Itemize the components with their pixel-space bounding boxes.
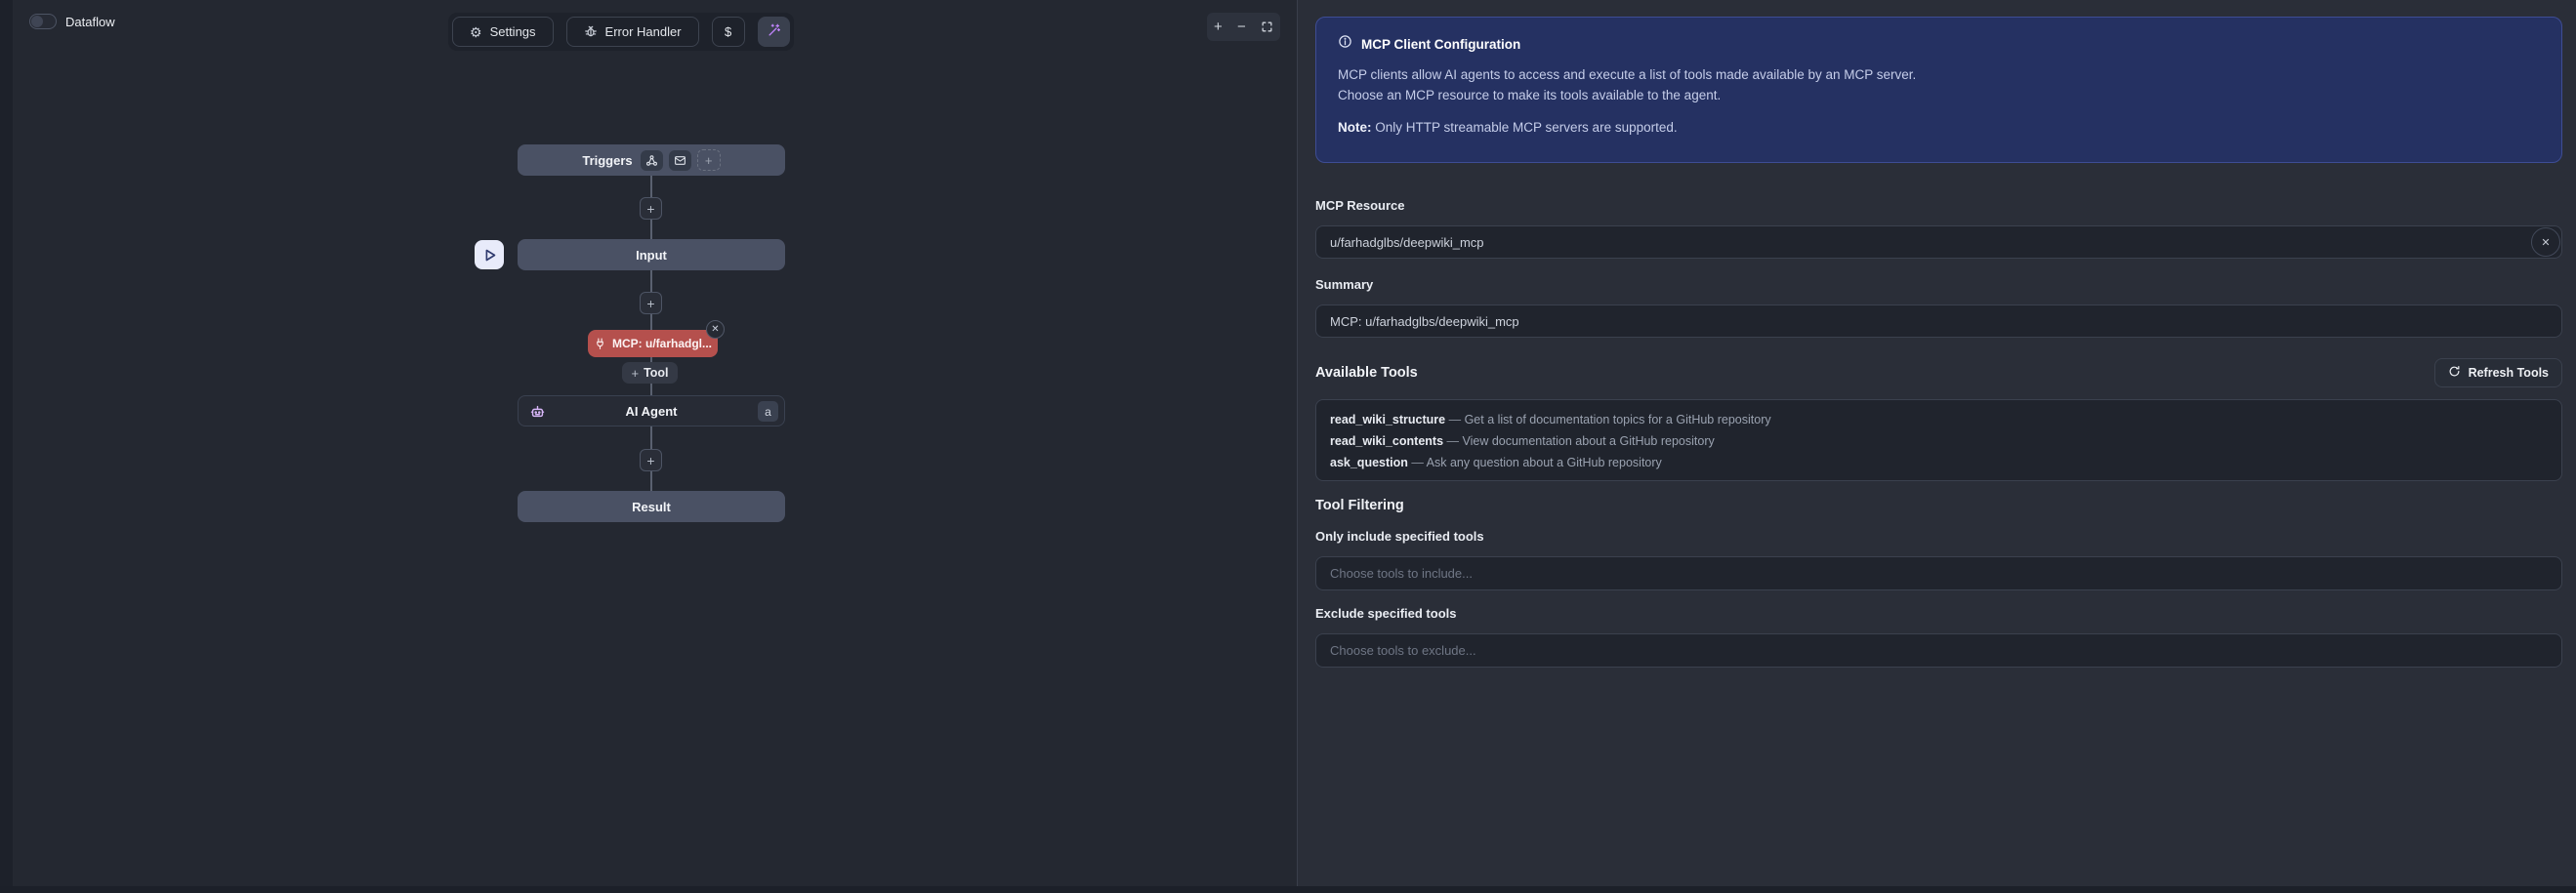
- triggers-node-label: Triggers: [582, 153, 632, 168]
- mcp-tool-label: MCP: u/farhadgl...: [612, 337, 712, 350]
- error-handler-label: Error Handler: [605, 24, 682, 39]
- ai-agent-node[interactable]: AI Agent a: [518, 395, 785, 426]
- add-tool-button[interactable]: + Tool: [622, 362, 678, 384]
- input-node-label: Input: [636, 248, 667, 263]
- mcp-info-callout: MCP Client Configuration MCP clients all…: [1315, 17, 2562, 163]
- result-node[interactable]: Result: [518, 491, 785, 522]
- input-node[interactable]: Input: [518, 239, 785, 270]
- ai-agent-label: AI Agent: [626, 404, 678, 419]
- magic-wand-icon: [767, 23, 781, 40]
- zoom-out-button[interactable]: −: [1237, 20, 1246, 34]
- note-label: Note:: [1338, 120, 1372, 135]
- summary-input[interactable]: [1315, 304, 2562, 338]
- triggers-node[interactable]: Triggers +: [518, 144, 785, 176]
- tool-separator: —: [1449, 413, 1462, 426]
- tool-description: Ask any question about a GitHub reposito…: [1427, 456, 1662, 469]
- mcp-tool-node[interactable]: MCP: u/farhadgl...: [588, 330, 718, 357]
- info-callout-title: MCP Client Configuration: [1361, 37, 1520, 52]
- tool-separator: —: [1411, 456, 1424, 469]
- include-tools-label: Only include specified tools: [1315, 529, 2562, 544]
- tool-name: ask_question: [1330, 456, 1408, 469]
- settings-label: Settings: [490, 24, 536, 39]
- dollar-label: $: [725, 24, 731, 39]
- add-trigger-button[interactable]: +: [697, 149, 721, 171]
- error-handler-button[interactable]: Error Handler: [566, 17, 699, 47]
- settings-button[interactable]: ⚙ Settings: [452, 17, 554, 47]
- mcp-config-panel: MCP Client Configuration MCP clients all…: [1297, 0, 2576, 893]
- bottom-edge-strip: [0, 886, 2576, 893]
- note-text: Only HTTP streamable MCP servers are sup…: [1372, 120, 1678, 135]
- refresh-tools-button[interactable]: Refresh Tools: [2434, 358, 2562, 387]
- tool-description: Get a list of documentation topics for a…: [1465, 413, 1771, 426]
- fit-view-button[interactable]: [1261, 20, 1273, 33]
- tool-row: read_wiki_structure — Get a list of docu…: [1330, 409, 2548, 430]
- tool-name: read_wiki_contents: [1330, 434, 1443, 448]
- mcp-resource-input[interactable]: [1315, 225, 2562, 259]
- ai-agent-badge: a: [758, 401, 778, 422]
- remove-mcp-tool-button[interactable]: ✕: [706, 320, 725, 339]
- add-step-button-3[interactable]: +: [640, 449, 662, 471]
- result-node-label: Result: [632, 500, 671, 514]
- robot-icon: [529, 403, 546, 423]
- bug-icon: [584, 24, 598, 40]
- run-flow-button[interactable]: [475, 240, 504, 269]
- include-tools-input[interactable]: [1315, 556, 2562, 590]
- refresh-tools-label: Refresh Tools: [2469, 366, 2549, 380]
- flow-title: Dataflow: [65, 15, 115, 29]
- info-callout-note: Note: Only HTTP streamable MCP servers a…: [1338, 120, 2540, 135]
- play-icon: [482, 248, 497, 263]
- plus-icon: +: [631, 366, 639, 381]
- available-tools-heading: Available Tools: [1315, 365, 1418, 381]
- webhook-trigger-chip[interactable]: [641, 150, 663, 171]
- refresh-icon: [2448, 365, 2461, 381]
- flow-enabled-toggle[interactable]: [29, 14, 57, 29]
- canvas-toolbar: ⚙ Settings Error Handler $: [448, 13, 794, 51]
- variables-button[interactable]: $: [712, 17, 745, 47]
- add-tool-label: Tool: [644, 366, 668, 380]
- canvas-zoom-controls: + −: [1207, 13, 1280, 41]
- summary-label: Summary: [1315, 277, 2562, 292]
- add-step-button-1[interactable]: +: [640, 197, 662, 220]
- tool-row: read_wiki_contents — View documentation …: [1330, 430, 2548, 452]
- exclude-tools-input[interactable]: [1315, 633, 2562, 668]
- toggle-knob: [31, 16, 43, 27]
- clear-mcp-resource-button[interactable]: ✕: [2531, 227, 2560, 257]
- tool-description: View documentation about a GitHub reposi…: [1462, 434, 1714, 448]
- plug-icon: [594, 338, 606, 350]
- info-callout-line2: Choose an MCP resource to make its tools…: [1338, 85, 2540, 105]
- flow-builder-app: Dataflow ⚙ Settings Error Handler $: [0, 0, 2576, 893]
- exclude-tools-label: Exclude specified tools: [1315, 606, 2562, 621]
- gear-icon: ⚙: [470, 25, 482, 39]
- tool-row: ask_question — Ask any question about a …: [1330, 452, 2548, 473]
- ai-assistant-button[interactable]: [758, 17, 790, 47]
- tool-filtering-heading: Tool Filtering: [1315, 498, 2562, 513]
- email-trigger-chip[interactable]: [669, 150, 691, 171]
- info-callout-line1: MCP clients allow AI agents to access an…: [1338, 64, 2540, 85]
- tool-name: read_wiki_structure: [1330, 413, 1445, 426]
- info-icon: [1338, 34, 1352, 54]
- collapsed-sidebar-strip: [0, 0, 13, 893]
- trigger-type-chips: +: [641, 149, 721, 171]
- add-step-button-2[interactable]: +: [640, 292, 662, 314]
- zoom-in-button[interactable]: +: [1214, 20, 1223, 34]
- available-tools-list: read_wiki_structure — Get a list of docu…: [1315, 399, 2562, 481]
- mcp-resource-label: MCP Resource: [1315, 198, 2562, 213]
- tool-separator: —: [1447, 434, 1460, 448]
